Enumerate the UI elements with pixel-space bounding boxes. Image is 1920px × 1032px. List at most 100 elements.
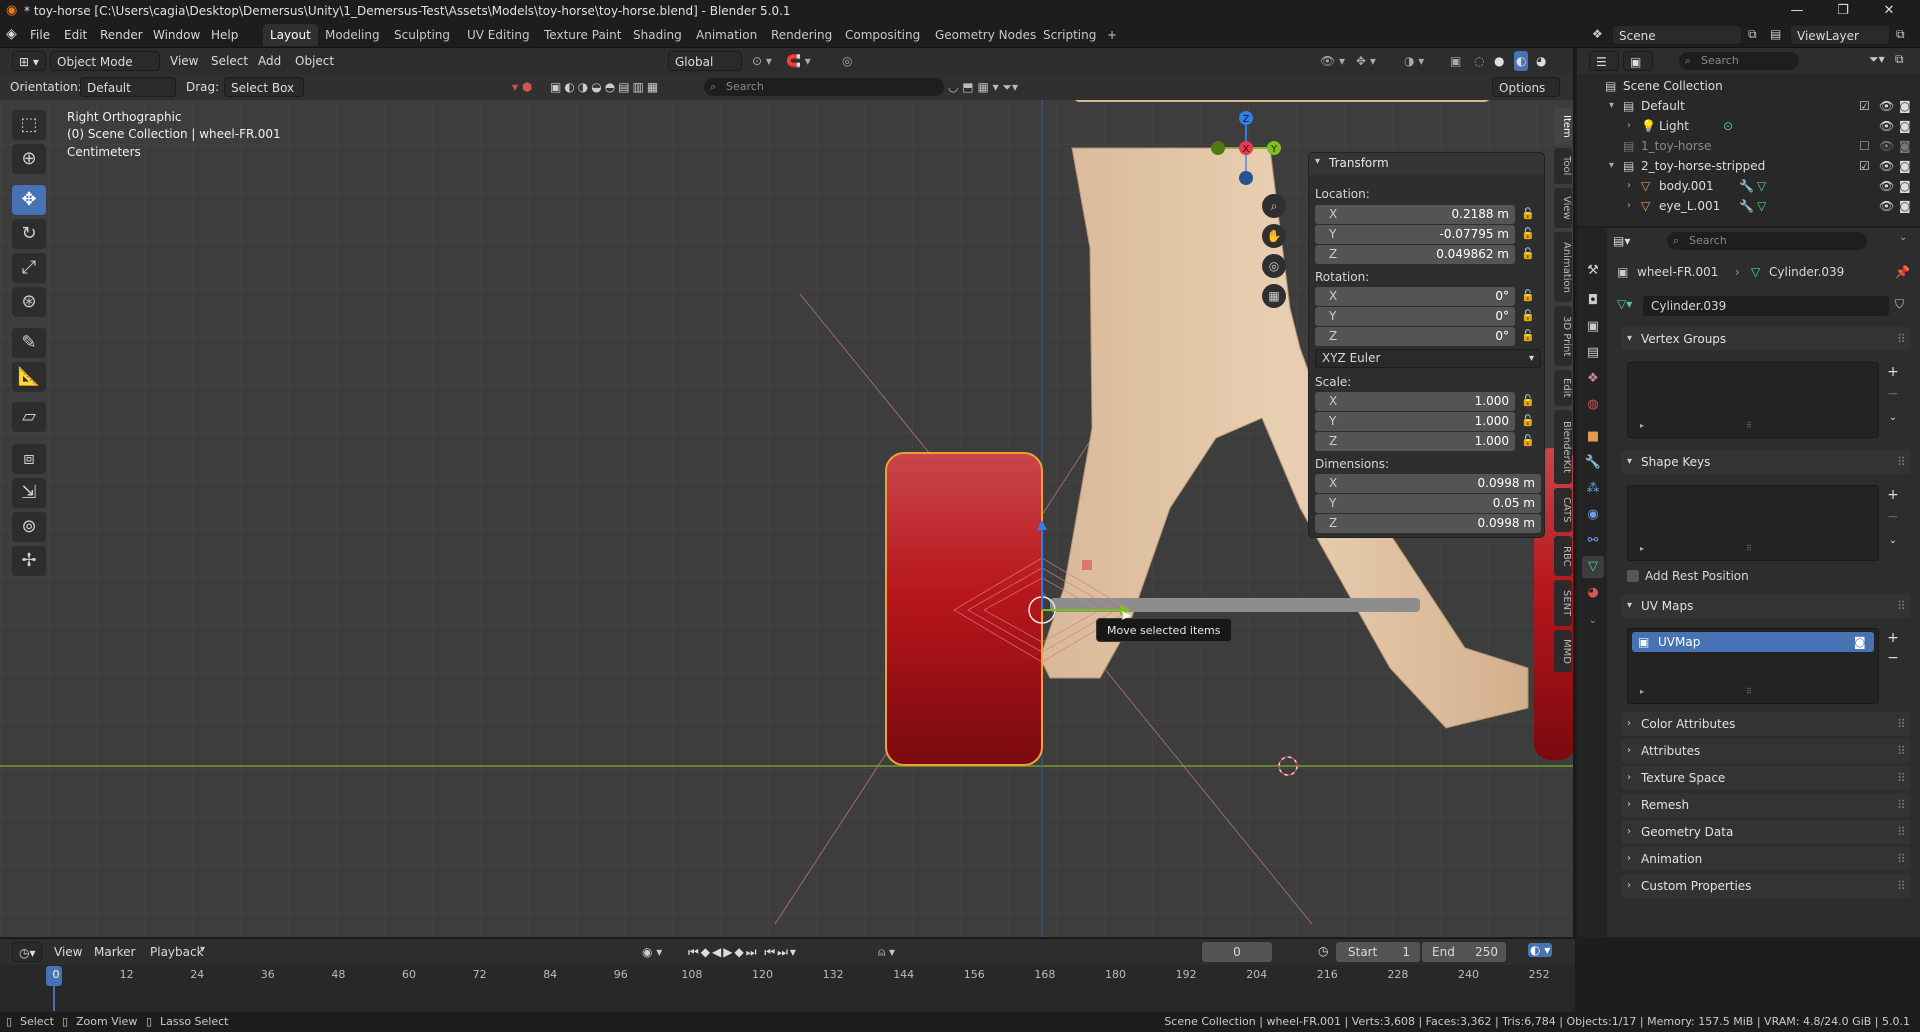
custom-properties-panel-header[interactable]: › Custom Properties ⠿ <box>1621 874 1911 898</box>
drag-handle-icon[interactable]: ⠿ <box>1897 712 1906 736</box>
world-tab-icon[interactable]: ◍ <box>1582 394 1604 416</box>
outliner-row[interactable]: › 💡 Light ⊙ 👁 ◙ <box>1577 116 1920 136</box>
minimize-icon[interactable]: — <box>1774 0 1820 22</box>
npanel-tab-item[interactable]: Item <box>1554 108 1572 144</box>
checkbox-icon[interactable]: ☐ <box>1859 136 1870 156</box>
orientation-dropdown[interactable]: Default <box>80 77 176 97</box>
end-frame-field[interactable]: End 250 <box>1422 942 1506 962</box>
timeline-editor-type-button[interactable]: ◷▾ <box>12 942 42 962</box>
outliner-search-input[interactable]: Search <box>1679 52 1799 70</box>
proportional-edit-icon[interactable]: ◎ <box>842 51 852 71</box>
output-tab-icon[interactable]: ▣ <box>1582 316 1604 338</box>
blender-menu-icon[interactable]: ◈ <box>6 26 17 42</box>
xray-icon[interactable]: ▣ <box>1450 51 1461 71</box>
chevron-down-icon[interactable]: ▾ <box>1609 156 1614 176</box>
resize-handle-icon[interactable]: ⠿ <box>1746 544 1752 553</box>
npanel-tab-rbc[interactable]: RBC <box>1554 536 1572 576</box>
lock-icon[interactable]: 🔓 <box>1521 329 1535 342</box>
npanel-tab-animation[interactable]: Animation <box>1554 232 1572 302</box>
expand-filter-icon[interactable]: ▸ <box>1640 421 1644 430</box>
tab-layout[interactable]: Layout <box>263 24 318 46</box>
drag-handle-icon[interactable]: ⠿ <box>1897 594 1906 618</box>
checkbox-icon[interactable]: ☑ <box>1859 96 1870 116</box>
add-cube-tool[interactable]: ▱ <box>12 402 46 432</box>
outliner-row[interactable]: › ▽ eye_L.001 🔧 ▽ 👁 ◙ <box>1577 196 1920 216</box>
menu-edit[interactable]: Edit <box>64 26 87 44</box>
color-attributes-panel-header[interactable]: › Color Attributes ⠿ <box>1621 712 1911 736</box>
menu-view[interactable]: View <box>170 51 198 71</box>
rotate-tool[interactable]: ↻ <box>12 219 46 249</box>
timeline-menu-playback[interactable]: Playback <box>150 942 204 962</box>
expand-filter-icon[interactable]: ▸ <box>1640 544 1644 553</box>
chevron-right-icon[interactable]: › <box>1627 116 1631 136</box>
dimensions-y-field[interactable]: Y 0.05 m <box>1315 494 1541 513</box>
shading-wireframe-icon[interactable]: ◌ <box>1474 51 1484 71</box>
npanel-tab-3d-print[interactable]: 3D Print <box>1554 306 1572 366</box>
shape-keys-list[interactable]: ▸ ⠿ <box>1627 485 1879 561</box>
resize-handle-icon[interactable]: ⠿ <box>1746 687 1752 696</box>
eye-icon[interactable]: 👁 <box>1879 116 1894 136</box>
timeline-menu-marker[interactable]: Marker <box>94 942 135 962</box>
navigation-gizmo[interactable]: Z Y X <box>1206 108 1286 188</box>
shape-key-specials-button[interactable]: ⌄ <box>1883 531 1903 551</box>
rotation-x-field[interactable]: X 0° <box>1315 287 1515 306</box>
scene-tab-icon[interactable]: ❖ <box>1582 368 1604 390</box>
tab-modeling[interactable]: Modeling <box>318 24 387 46</box>
extrude-tool[interactable]: ⧈ <box>12 444 46 474</box>
tab-texture-paint[interactable]: Texture Paint <box>537 24 628 46</box>
npanel-tab-mmd[interactable]: MMD <box>1554 630 1572 672</box>
outliner-row[interactable]: ▾ ▤ Default ☑ 👁 ◙ <box>1577 96 1920 116</box>
preview-range-icon[interactable]: ◷ <box>1318 944 1328 958</box>
chevron-right-icon[interactable]: › <box>1627 196 1631 216</box>
drag-handle-icon[interactable]: ⠿ <box>1897 874 1906 898</box>
mesh-name-field[interactable]: Cylinder.039 <box>1643 296 1889 316</box>
scale-x-field[interactable]: X 1.000 <box>1315 392 1515 411</box>
lock-icon[interactable]: 🔓 <box>1521 394 1535 407</box>
tab-sculpting[interactable]: Sculpting <box>387 24 457 46</box>
move-tool[interactable]: ✥ <box>12 185 46 215</box>
eye-icon[interactable]: 👁 <box>1879 156 1894 176</box>
resize-handle-icon[interactable]: ⠿ <box>1746 421 1752 430</box>
measure-tool[interactable]: 📐 <box>12 362 46 392</box>
uv-maps-list[interactable]: ▣ UVMap ◙ ▸ ⠿ <box>1627 628 1879 704</box>
npanel-tab-sent[interactable]: SENT <box>1554 580 1572 626</box>
transform-orientation-dropdown[interactable]: Global <box>668 51 742 71</box>
animation-panel-header[interactable]: › Animation ⠿ <box>1621 847 1911 871</box>
lock-icon[interactable]: 🔓 <box>1521 289 1535 302</box>
rotation-y-field[interactable]: Y 0° <box>1315 307 1515 326</box>
material-tab-icon[interactable]: ◕ <box>1582 582 1604 604</box>
playback-controls[interactable]: ⏮◆◀▶◆⏭ ⏮⏭▾ <box>688 942 798 962</box>
scale-y-field[interactable]: Y 1.000 <box>1315 412 1515 431</box>
chevron-down-icon[interactable]: ⌄ <box>1899 232 1907 243</box>
pin-icon[interactable]: 📌 <box>1895 262 1910 282</box>
tab-rendering[interactable]: Rendering <box>764 24 839 46</box>
scene-new-icon[interactable]: ⧉ <box>1748 27 1757 42</box>
scale-z-field[interactable]: Z 1.000 <box>1315 432 1515 451</box>
drag-handle-icon[interactable]: ⠿ <box>1897 739 1906 763</box>
list-item[interactable]: ▣ UVMap ◙ <box>1632 632 1874 652</box>
filter-icon[interactable]: ◡ ⬒ ▦ ▾ ⏷▾ <box>948 77 1018 97</box>
menu-object[interactable]: Object <box>295 51 334 71</box>
mode-selector[interactable]: Object Mode <box>50 51 160 71</box>
menu-add[interactable]: Add <box>258 51 281 71</box>
modifier-tab-icon[interactable]: 🔧 <box>1582 452 1604 474</box>
dimensions-x-field[interactable]: X 0.0998 m <box>1315 474 1541 493</box>
dimensions-z-field[interactable]: Z 0.0998 m <box>1315 514 1541 533</box>
menu-select[interactable]: Select <box>211 51 248 71</box>
drag-handle-icon[interactable]: ⠿ <box>1897 793 1906 817</box>
tab-scripting[interactable]: Scripting <box>1036 24 1103 46</box>
outliner-row[interactable]: ▤ 1_toy-horse ☐ 👁 ◙ <box>1577 136 1920 156</box>
tab-uv-editing[interactable]: UV Editing <box>460 24 537 46</box>
camera-icon[interactable]: ◙ <box>1899 96 1911 116</box>
vertex-groups-panel-header[interactable]: ▾ Vertex Groups ⠿ <box>1621 327 1911 351</box>
location-y-field[interactable]: Y -0.07795 m <box>1315 225 1515 244</box>
properties-editor-type-button[interactable]: ▤▾ <box>1607 231 1635 251</box>
annotate-tool[interactable]: ✎ <box>12 328 46 358</box>
new-collection-icon[interactable]: ⧉ <box>1895 52 1904 67</box>
object-tab-icon[interactable]: ■ <box>1582 426 1604 448</box>
cursor-tool[interactable]: ⊕ <box>12 144 46 174</box>
shading-solid-icon[interactable]: ● <box>1494 51 1504 71</box>
checkbox-icon[interactable] <box>1627 570 1639 582</box>
chevron-down-icon[interactable]: ▾ <box>200 944 205 955</box>
vertex-group-specials-button[interactable]: ⌄ <box>1883 408 1903 428</box>
